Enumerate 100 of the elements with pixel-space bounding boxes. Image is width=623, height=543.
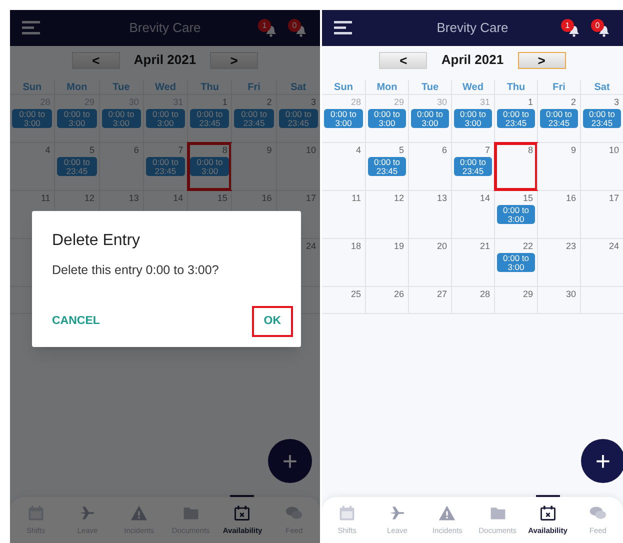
date-number: 1 xyxy=(528,96,534,108)
dialog-message: Delete this entry 0:00 to 3:00? xyxy=(52,262,220,279)
month-label: April 2021 xyxy=(441,51,504,70)
notification-badge: 0 xyxy=(591,19,604,32)
date-number: 18 xyxy=(350,240,362,252)
next-month-button[interactable]: > xyxy=(210,52,258,68)
weekday-label: Sat xyxy=(594,82,610,93)
warning-icon xyxy=(438,504,456,522)
availability-entry[interactable]: 0:00 to 23:45 xyxy=(454,157,492,176)
date-number: 8 xyxy=(528,144,534,156)
date-number: 3 xyxy=(310,96,317,108)
date-number: 22 xyxy=(522,240,534,252)
date-number: 7 xyxy=(484,144,491,156)
date-number: 15 xyxy=(522,192,534,204)
date-number: 19 xyxy=(394,240,405,252)
weekday-label: Wed xyxy=(155,82,176,93)
calendar-icon xyxy=(26,504,45,522)
date-number: 13 xyxy=(128,192,140,204)
cancel-button[interactable]: CANCEL xyxy=(52,306,100,336)
availability-entry[interactable]: 0:00 to 3:00 xyxy=(454,109,492,128)
date-number: 5 xyxy=(90,144,96,156)
date-number: 31 xyxy=(480,96,491,108)
date-number: 9 xyxy=(266,144,273,156)
date-number: 4 xyxy=(45,144,52,156)
availability-entry[interactable]: 0:00 to 23:45 xyxy=(497,109,535,128)
date-number: 26 xyxy=(394,288,405,300)
weekday-label: Thu xyxy=(506,82,526,93)
date-number: 12 xyxy=(394,192,405,204)
availability-entry[interactable]: 0:00 to 3:00 xyxy=(12,109,52,128)
weekday-label: Mon xyxy=(376,82,398,93)
weekday-label: Sat xyxy=(290,82,306,93)
availability-entry[interactable]: 0:00 to 3:00 xyxy=(324,109,363,128)
date-number: 29 xyxy=(522,288,534,300)
date-number: 9 xyxy=(570,144,577,156)
date-number: 10 xyxy=(608,144,620,156)
date-number: 11 xyxy=(352,192,362,204)
app-title: Brevity Care xyxy=(129,19,201,38)
dialog-title: Delete Entry xyxy=(52,231,142,251)
weekday-label: Fri xyxy=(248,82,260,93)
availability-entry[interactable]: 0:00 to 3:00 xyxy=(497,205,535,224)
date-number: 16 xyxy=(566,192,577,204)
weekday-label: Thu xyxy=(200,82,219,93)
availability-entry[interactable]: 0:00 to 3:00 xyxy=(368,109,406,128)
calendar-icon xyxy=(338,504,356,522)
date-number: 16 xyxy=(262,192,273,204)
calendar-x-icon xyxy=(233,504,252,522)
date-number: 7 xyxy=(178,144,184,156)
month-label: April 2021 xyxy=(134,51,196,70)
menu-icon[interactable] xyxy=(334,21,354,35)
availability-entry[interactable]: 0:00 to 3:00 xyxy=(497,253,535,272)
date-number: 13 xyxy=(436,192,448,204)
date-number: 24 xyxy=(608,240,620,252)
date-number: 15 xyxy=(217,192,228,204)
availability-entry[interactable]: 0:00 to 3:00 xyxy=(411,109,449,128)
previous-month-button[interactable]: < xyxy=(72,52,120,68)
availability-entry[interactable]: 0:00 to 3:00 xyxy=(146,109,186,128)
date-number: 27 xyxy=(436,288,448,300)
date-number: 3 xyxy=(614,96,620,108)
date-number: 20 xyxy=(436,240,448,252)
weekday-label: Sun xyxy=(334,82,353,93)
date-number: 17 xyxy=(306,192,317,204)
availability-entry[interactable]: 0:00 to 3:00 xyxy=(102,109,141,128)
availability-entry[interactable]: 0:00 to 23:45 xyxy=(278,109,318,128)
availability-entry[interactable]: 0:00 to 23:45 xyxy=(57,157,97,176)
weekday-label: Tue xyxy=(112,82,130,93)
date-number: 6 xyxy=(134,144,140,156)
date-number: 8 xyxy=(222,144,228,156)
date-number: 21 xyxy=(480,240,491,252)
availability-entry[interactable]: 0:00 to 23:45 xyxy=(190,109,230,128)
date-number: 25 xyxy=(350,288,362,300)
availability-entry[interactable]: 0:00 to 23:45 xyxy=(583,109,621,128)
date-number: 5 xyxy=(398,144,405,156)
availability-entry[interactable]: 0:00 to 23:45 xyxy=(540,109,578,128)
availability-entry[interactable]: 0:00 to 23:45 xyxy=(234,109,274,128)
date-number: 4 xyxy=(356,144,362,156)
date-number: 6 xyxy=(442,144,448,156)
availability-entry[interactable]: 0:00 to 23:45 xyxy=(368,157,406,176)
ok-button[interactable]: OK xyxy=(252,306,293,337)
add-button[interactable]: + xyxy=(268,439,312,483)
notification-badge: 1 xyxy=(561,19,574,32)
date-number: 10 xyxy=(306,144,317,156)
calendar-x-icon xyxy=(538,504,557,522)
chat-bubbles-icon xyxy=(588,504,607,522)
availability-entry[interactable]: 0:00 to 3:00 xyxy=(57,109,97,128)
availability-entry[interactable]: 0:00 to 23:45 xyxy=(146,157,186,176)
weekday-label: Tue xyxy=(421,82,439,93)
date-number: 14 xyxy=(480,192,491,204)
add-button[interactable]: + xyxy=(581,439,623,483)
date-number: 30 xyxy=(436,96,448,108)
date-number: 28 xyxy=(350,96,362,108)
date-number: 2 xyxy=(570,96,577,108)
date-number: 30 xyxy=(566,288,577,300)
date-number: 1 xyxy=(222,96,228,108)
availability-entry[interactable]: 0:00 to 3:00 xyxy=(190,157,230,176)
weekday-label: Mon xyxy=(66,82,88,93)
previous-month-button[interactable]: < xyxy=(379,52,428,68)
date-number: 23 xyxy=(566,240,577,252)
date-number: 28 xyxy=(480,288,491,300)
next-month-button[interactable]: > xyxy=(518,52,566,68)
date-number: 2 xyxy=(266,96,273,108)
